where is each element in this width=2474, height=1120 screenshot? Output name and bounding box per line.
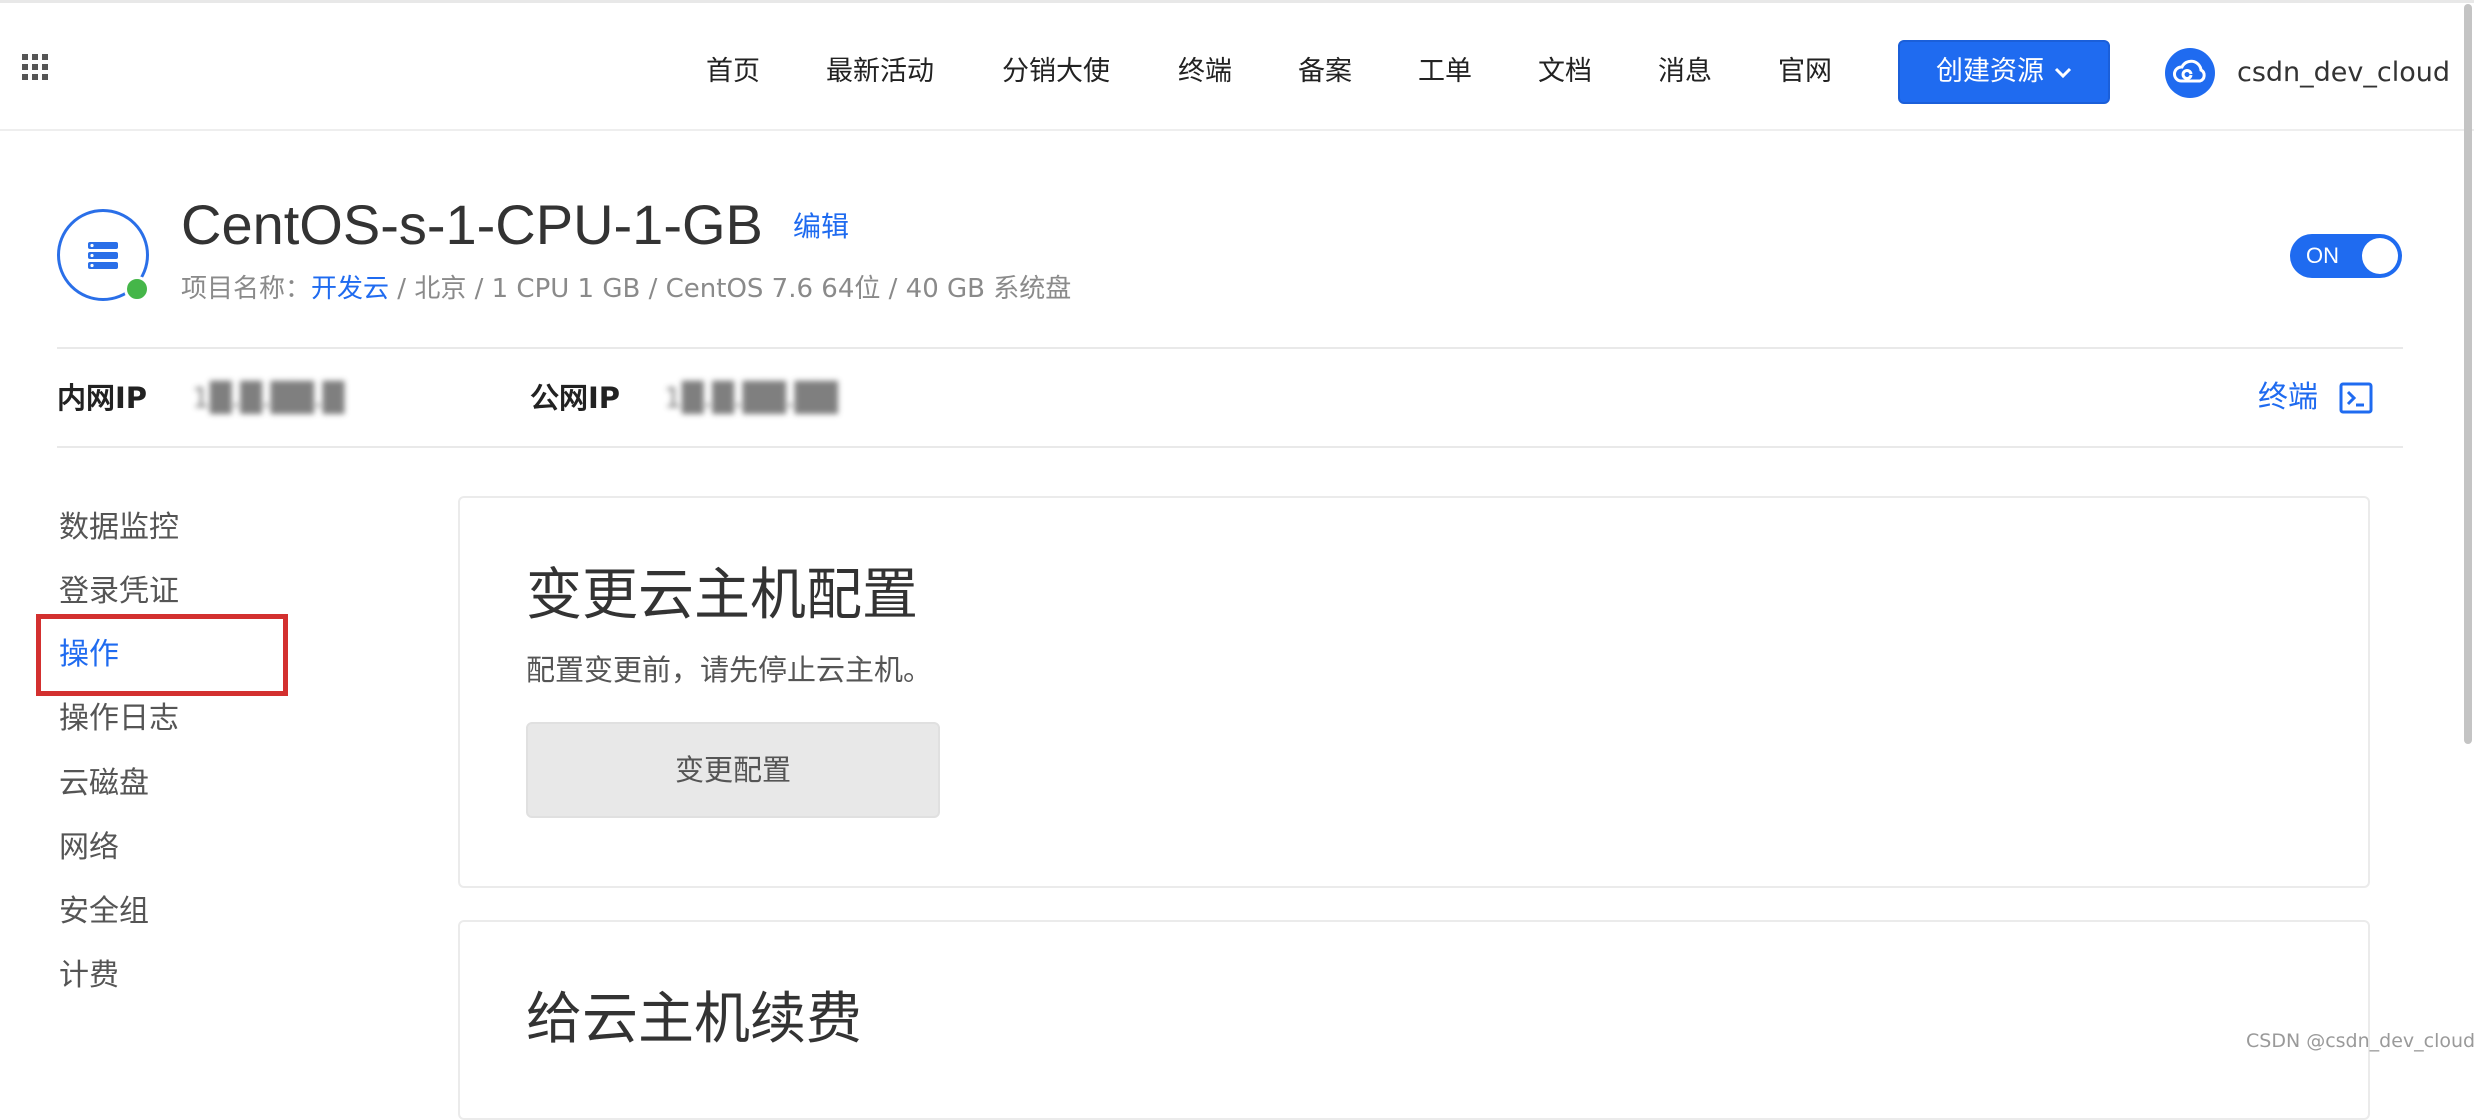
power-toggle[interactable]: ON — [2290, 234, 2402, 278]
toggle-knob — [2362, 238, 2398, 274]
nav-distribution-ambassador[interactable]: 分销大使 — [1002, 47, 1110, 97]
chevron-down-icon — [2054, 67, 2072, 78]
nav-official-site[interactable]: 官网 — [1778, 47, 1832, 97]
sidebar-item-monitoring[interactable]: 数据监控 — [59, 508, 179, 548]
terminal-icon — [2339, 382, 2373, 414]
avatar[interactable] — [2165, 48, 2215, 98]
change-config-title: 变更云主机配置 — [526, 563, 918, 628]
nav-home[interactable]: 首页 — [706, 47, 760, 97]
public-ip-label: 公网IP — [530, 381, 621, 415]
renew-card: 给云主机续费 — [458, 920, 2370, 1120]
username[interactable]: csdn_dev_cloud — [2237, 48, 2450, 98]
nav-messages[interactable]: 消息 — [1658, 47, 1712, 97]
power-toggle-label: ON — [2306, 243, 2339, 268]
top-navigation-bar: 首页 最新活动 分销大使 终端 备案 工单 文档 消息 官网 创建资源 csdn… — [0, 0, 2474, 131]
nav-filing[interactable]: 备案 — [1298, 47, 1352, 97]
create-resource-button[interactable]: 创建资源 — [1898, 40, 2110, 104]
nav-latest-activities[interactable]: 最新活动 — [826, 47, 934, 97]
sidebar-item-billing[interactable]: 计费 — [59, 956, 119, 996]
public-ip-value: 1█.█.██.██ — [664, 381, 838, 414]
nav-docs[interactable]: 文档 — [1538, 47, 1592, 97]
sidebar-item-operation-log[interactable]: 操作日志 — [59, 699, 179, 739]
terminal-link[interactable]: 终端 — [2258, 376, 2373, 420]
project-label: 项目名称： — [181, 274, 312, 304]
sidebar-item-network[interactable]: 网络 — [59, 828, 119, 868]
status-running-dot — [124, 276, 150, 302]
instance-spec: / 北京 / 1 CPU 1 GB / CentOS 7.6 64位 / 40 … — [389, 274, 1072, 304]
nav-ticket[interactable]: 工单 — [1418, 47, 1472, 97]
change-config-description: 配置变更前，请先停止云主机。 — [526, 653, 933, 687]
cloud-icon — [2173, 59, 2206, 83]
renew-title: 给云主机续费 — [526, 987, 862, 1052]
private-ip-label: 内网IP — [57, 381, 148, 415]
project-link[interactable]: 开发云 — [311, 274, 389, 304]
edit-link[interactable]: 编辑 — [793, 205, 849, 245]
page-scrollbar[interactable] — [2464, 4, 2472, 744]
instance-meta: 项目名称：开发云 / 北京 / 1 CPU 1 GB / CentOS 7.6 … — [181, 272, 1071, 306]
apps-grid-icon[interactable] — [22, 54, 48, 80]
change-config-button[interactable]: 变更配置 — [526, 722, 940, 818]
sidebar-item-cloud-disk[interactable]: 云磁盘 — [59, 764, 149, 804]
divider — [57, 347, 2403, 349]
page-title: CentOS-s-1-CPU-1-GB — [181, 193, 763, 256]
change-config-card: 变更云主机配置 配置变更前，请先停止云主机。 变更配置 — [458, 496, 2370, 888]
private-ip-value: 1█.█.██.█ — [192, 381, 345, 414]
nav-terminal[interactable]: 终端 — [1178, 47, 1232, 97]
terminal-label: 终端 — [2258, 380, 2318, 415]
sidebar-item-security-group[interactable]: 安全组 — [59, 892, 149, 932]
sidebar-item-credentials[interactable]: 登录凭证 — [59, 572, 179, 612]
create-resource-label: 创建资源 — [1936, 56, 2044, 87]
watermark: CSDN @csdn_dev_cloud — [2246, 1030, 2474, 1052]
highlight-annotation — [36, 614, 288, 696]
divider — [57, 446, 2403, 448]
